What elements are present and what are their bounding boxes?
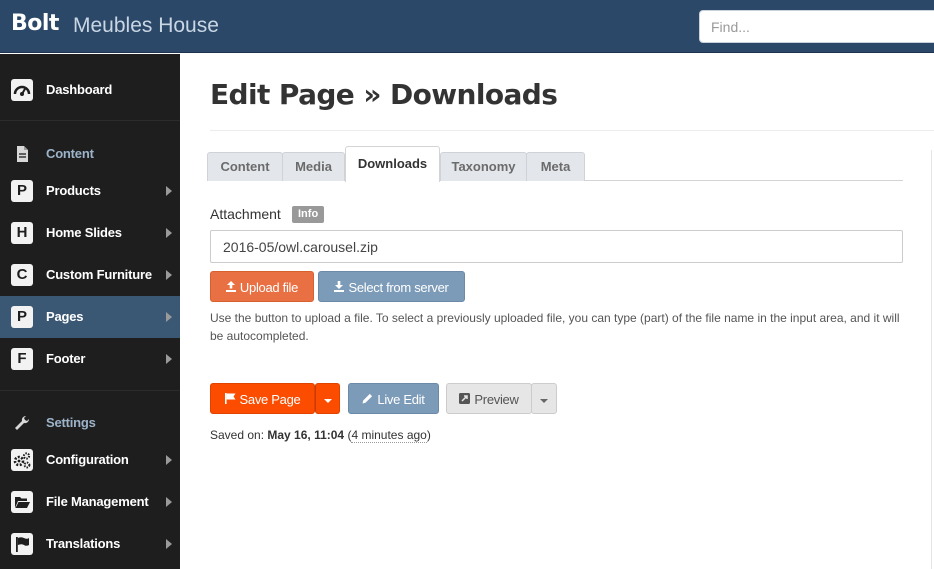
pencil-icon <box>362 386 373 417</box>
preview-button[interactable]: Preview <box>446 383 532 414</box>
flag-icon <box>224 386 236 417</box>
save-options-dropdown-button[interactable] <box>315 383 340 414</box>
preview-options-dropdown-button[interactable] <box>531 383 557 414</box>
sidebar-item-file-management[interactable]: File Management <box>0 481 180 523</box>
chevron-right-icon <box>166 186 172 196</box>
saved-date: May 16, 11:04 <box>267 428 345 442</box>
sidebar-divider <box>0 120 180 130</box>
edit-tabs: Content Media Downloads Taxonomy Meta <box>207 146 903 182</box>
sidebar-item-pages[interactable]: P Pages <box>0 296 180 338</box>
saved-ago: 4 minutes ago <box>351 428 427 443</box>
external-link-icon <box>459 386 471 417</box>
tab-taxonomy[interactable]: Taxonomy <box>440 152 527 181</box>
upload-icon <box>225 274 236 305</box>
site-name-link[interactable]: Meubles House <box>73 14 219 38</box>
sidebar-item-label: Footer <box>46 351 86 366</box>
chevron-right-icon <box>166 497 172 507</box>
sidebar-item-products[interactable]: P Products <box>0 170 180 212</box>
chevron-right-icon <box>166 228 172 238</box>
sidebar-item-label: Home Slides <box>46 225 122 240</box>
chevron-right-icon <box>166 270 172 280</box>
products-badge-icon: P <box>11 180 33 202</box>
sidebar-item-label: Configuration <box>46 452 129 467</box>
save-page-button[interactable]: Save Page <box>210 383 315 414</box>
info-badge[interactable]: Info <box>292 206 325 223</box>
gears-icon <box>11 449 33 471</box>
saved-prefix: Saved on: <box>210 428 268 442</box>
upload-file-button[interactable]: Upload file <box>210 271 314 302</box>
folder-open-icon <box>11 491 33 513</box>
select-from-server-button[interactable]: Select from server <box>318 271 465 302</box>
save-page-label: Save Page <box>239 392 301 407</box>
page-title-action: Edit Page <box>210 78 355 111</box>
pages-badge-icon: P <box>11 306 33 328</box>
tab-media[interactable]: Media <box>282 152 345 181</box>
chevron-right-icon <box>166 539 172 549</box>
footer-badge-icon: F <box>11 348 33 370</box>
sidebar-item-label: Products <box>46 183 101 198</box>
chevron-right-icon <box>166 354 172 364</box>
sidebar-item-footer[interactable]: F Footer <box>0 338 180 380</box>
page-title: Edit Page » Downloads <box>210 78 558 111</box>
sidebar-item-label: Custom Furniture <box>46 267 152 282</box>
attachment-input[interactable] <box>210 230 903 263</box>
main-content: Edit Page » Downloads Content Media Down… <box>180 54 934 569</box>
sidebar-section-content[interactable]: Content <box>0 133 180 175</box>
sidebar-item-label: File Management <box>46 494 149 509</box>
tab-meta[interactable]: Meta <box>526 152 585 181</box>
sidebar-item-label: Translations <box>46 536 121 551</box>
top-navbar: Bolt Meubles House <box>0 0 934 53</box>
chevron-right-icon <box>166 455 172 465</box>
tab-content[interactable]: Content <box>207 152 283 181</box>
attachment-help-text: Use the button to upload a file. To sele… <box>210 311 900 343</box>
sidebar-item-configuration[interactable]: Configuration <box>0 439 180 481</box>
sidebar-item-label: Dashboard <box>46 82 113 97</box>
sidebar-divider <box>0 390 180 400</box>
live-edit-button[interactable]: Live Edit <box>348 383 439 414</box>
sidebar-item-home-slides[interactable]: H Home Slides <box>0 212 180 254</box>
caret-down-icon <box>540 398 548 403</box>
live-edit-label: Live Edit <box>377 392 425 407</box>
sidebar-item-translations[interactable]: Translations <box>0 523 180 565</box>
select-from-server-label: Select from server <box>348 280 449 295</box>
tab-downloads[interactable]: Downloads <box>345 146 440 182</box>
dashboard-icon <box>11 79 33 101</box>
brand-logo[interactable]: Bolt <box>11 11 59 36</box>
sidebar-item-dashboard[interactable]: Dashboard <box>0 69 180 111</box>
sidebar-nav: Dashboard Content P Products H Home Slid… <box>0 54 180 569</box>
wrench-icon <box>11 412 33 434</box>
search-input[interactable] <box>699 10 934 43</box>
upload-file-label: Upload file <box>239 280 299 295</box>
attachment-label: Attachment <box>210 206 281 222</box>
sidebar-item-custom-furniture[interactable]: C Custom Furniture <box>0 254 180 296</box>
download-icon <box>334 274 345 305</box>
custom-furniture-badge-icon: C <box>11 264 33 286</box>
home-slides-badge-icon: H <box>11 222 33 244</box>
sidebar-item-label: Content <box>46 146 94 161</box>
chevron-right-icon <box>166 312 172 322</box>
flag-icon <box>11 533 33 555</box>
page-title-record: » Downloads <box>354 78 558 111</box>
saved-status: Saved on: May 16, 11:04 (4 minutes ago) <box>210 428 431 443</box>
caret-down-icon <box>323 398 332 403</box>
sidebar-item-label: Pages <box>46 309 84 324</box>
sidebar-section-settings[interactable]: Settings <box>0 402 180 444</box>
preview-label: Preview <box>474 392 519 407</box>
sidebar-item-label: Settings <box>46 415 96 430</box>
document-icon <box>11 143 33 165</box>
title-divider <box>210 130 934 131</box>
